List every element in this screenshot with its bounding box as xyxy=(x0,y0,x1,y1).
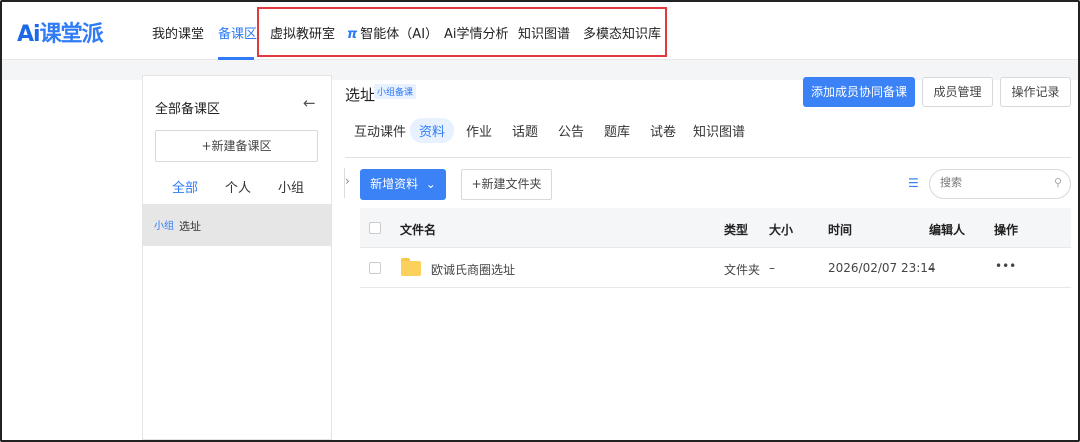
nav-prep-area[interactable]: 备课区 xyxy=(218,23,257,42)
col-header-type: 类型 xyxy=(724,223,749,237)
tab-homework[interactable]: 作业 xyxy=(466,121,492,140)
highlight-box xyxy=(257,7,667,57)
col-header-size: 大小 xyxy=(769,223,794,237)
table-header: 文件名 类型 大小 时间 编辑人 操作 xyxy=(360,208,1071,248)
back-arrow-icon[interactable]: ← xyxy=(303,94,316,112)
tab-question-bank[interactable]: 题库 xyxy=(604,121,630,140)
file-editor: – xyxy=(929,261,935,275)
tab-materials[interactable]: 资料 xyxy=(410,118,455,143)
col-header-action: 操作 xyxy=(994,223,1019,237)
file-name[interactable]: 欧诚氏商圈选址 xyxy=(431,261,515,278)
table-row[interactable]: 欧诚氏商圈选址 文件夹 – 2026/02/07 23:14 – ••• xyxy=(360,248,1071,288)
file-time: 2026/02/07 23:14 xyxy=(828,261,936,275)
logo-text: 课堂派 xyxy=(39,22,104,47)
group-tag: 小组 xyxy=(154,221,174,232)
col-header-time: 时间 xyxy=(828,223,853,237)
chevron-right-icon[interactable]: › xyxy=(345,174,350,188)
select-all-checkbox[interactable] xyxy=(369,222,381,234)
file-size: – xyxy=(769,261,775,275)
sort-icon[interactable]: ☰ xyxy=(908,176,919,190)
add-collaborator-button[interactable]: 添加成员协同备课 xyxy=(803,77,915,107)
add-material-label: 新增资料 xyxy=(370,177,419,191)
sidebar-tab-personal[interactable]: 个人 xyxy=(225,177,251,196)
tab-announcements[interactable]: 公告 xyxy=(558,121,584,140)
row-checkbox[interactable] xyxy=(369,262,381,274)
sidebar-title: 全部备课区 xyxy=(155,102,221,117)
sidebar-item-site-selection[interactable]: 小组 选址 xyxy=(143,204,331,246)
search-icon[interactable]: ⚲ xyxy=(1054,176,1062,189)
group-prep-badge: 小组备课 xyxy=(374,84,417,99)
tab-exams[interactable]: 试卷 xyxy=(650,121,676,140)
tab-topics[interactable]: 话题 xyxy=(512,121,538,140)
more-actions-icon[interactable]: ••• xyxy=(995,259,1016,273)
new-folder-button[interactable]: +新建文件夹 xyxy=(461,169,552,200)
folder-icon xyxy=(401,258,421,276)
col-header-name: 文件名 xyxy=(400,223,437,237)
tabs-divider xyxy=(345,157,1071,158)
app-logo[interactable]: Ai课堂派 xyxy=(17,16,104,48)
search-box[interactable]: ⚲ xyxy=(929,169,1071,199)
sidebar-item-label: 选址 xyxy=(179,220,201,233)
add-material-button[interactable]: 新增资料 ⌄ xyxy=(360,169,446,200)
page-title: 选址 xyxy=(345,86,376,104)
tab-interactive-courseware[interactable]: 互动课件 xyxy=(354,121,406,140)
prep-area-sidebar: 全部备课区 ← +新建备课区 全部 个人 小组 小组 选址 xyxy=(142,75,332,440)
tab-knowledge-graph[interactable]: 知识图谱 xyxy=(693,121,745,140)
sidebar-tab-all[interactable]: 全部 xyxy=(172,177,198,196)
member-manage-button[interactable]: 成员管理 xyxy=(922,77,993,107)
sidebar-tab-group[interactable]: 小组 xyxy=(278,177,304,196)
col-header-editor: 编辑人 xyxy=(929,223,966,237)
file-type: 文件夹 xyxy=(724,263,761,277)
search-input[interactable] xyxy=(940,176,1040,189)
operation-log-button[interactable]: 操作记录 xyxy=(1000,77,1071,107)
new-prep-area-button[interactable]: +新建备课区 xyxy=(155,130,318,162)
chevron-down-icon: ⌄ xyxy=(421,177,436,191)
nav-my-classroom[interactable]: 我的课堂 xyxy=(152,23,204,42)
logo-prefix: Ai xyxy=(17,22,41,47)
